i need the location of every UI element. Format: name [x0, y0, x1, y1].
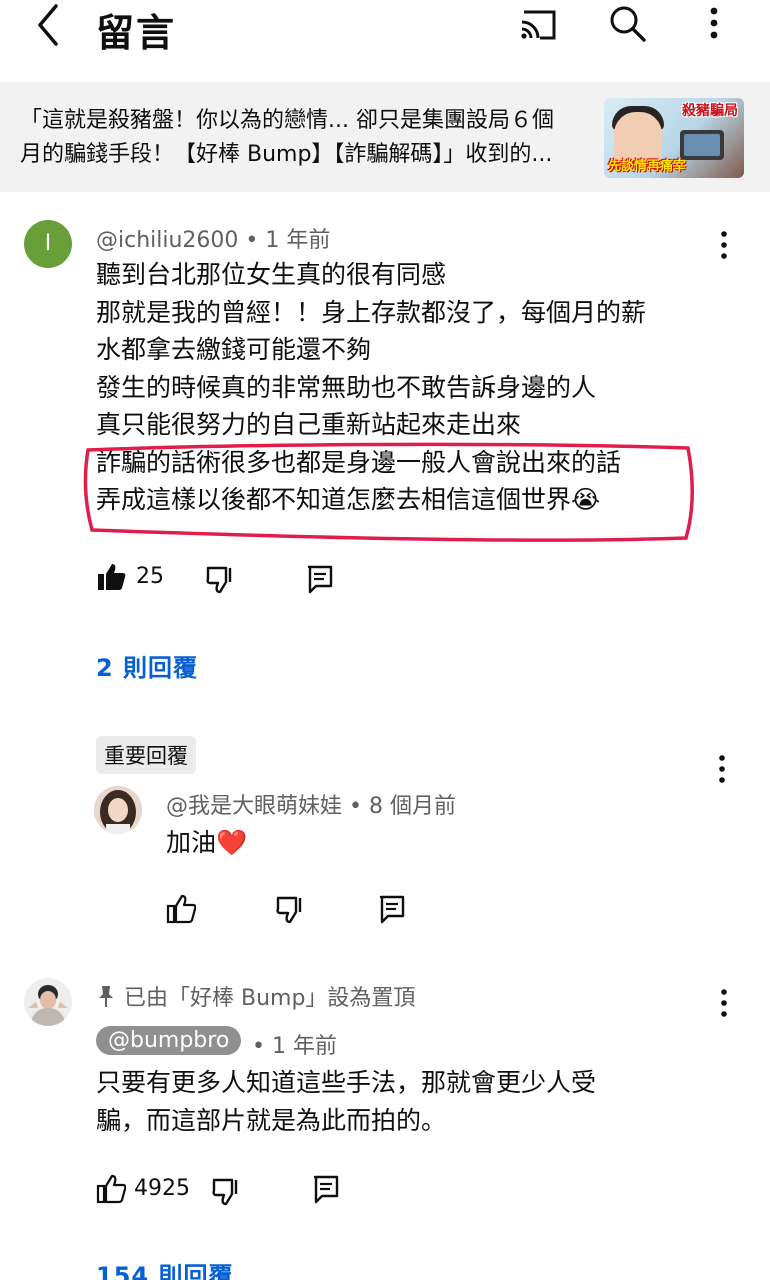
video-title-line: 月的騙錢手段！【好棒 Bump】【詐騙解碼】」收到的...: [20, 142, 553, 167]
thumbs-down-icon: [206, 566, 232, 594]
dislike-button[interactable]: [206, 564, 236, 598]
like-button[interactable]: [96, 562, 126, 596]
reply-time: • 8 個月前: [349, 794, 456, 819]
cast-icon: [521, 10, 556, 40]
comment-icon: [307, 565, 333, 594]
avatar-letter: I: [44, 231, 52, 256]
reply-more-button[interactable]: [710, 752, 734, 786]
thumbnail-subcaption: 先談情再痛宰: [608, 159, 687, 174]
comment-more-button[interactable]: [712, 986, 736, 1020]
avatar[interactable]: [94, 786, 142, 834]
comment-meta: @ichiliu2600 • 1 年前: [96, 222, 330, 254]
video-title: 「這就是殺豬盤！你以為的戀情... 卻只是集團設局６個 月的騙錢手段！【好棒 B…: [20, 104, 600, 172]
comment-line: 聽到台北那位女生真的很有同感: [96, 260, 447, 289]
search-icon: [610, 6, 646, 42]
thumbs-up-icon: [166, 894, 197, 924]
thumbs-up-icon: [96, 1174, 127, 1204]
dislike-button[interactable]: [212, 1176, 242, 1210]
like-count: 25: [136, 564, 164, 589]
creator-handle-chip[interactable]: @bumpbro: [96, 1026, 242, 1055]
chevron-left-icon: [38, 4, 58, 46]
comment-author[interactable]: @ichiliu2600: [96, 228, 238, 253]
comment-line: 那就是我的曾經！！身上存款都沒了，每個月的薪: [96, 297, 647, 327]
highlighted-reply-chip: 重要回覆: [96, 736, 196, 774]
comment-icon: [379, 895, 405, 924]
more-vertical-icon: [710, 7, 718, 39]
more-options-button[interactable]: [692, 2, 736, 46]
reply-button[interactable]: [312, 1174, 340, 1208]
comment-line: 騙，而這部片就是為此而拍的。: [96, 1105, 447, 1135]
avatar-photo: [94, 786, 142, 834]
thumbs-down-icon: [276, 896, 302, 924]
reply-button[interactable]: [378, 894, 406, 928]
like-count: 4925: [134, 1176, 190, 1201]
avatar-photo: [24, 978, 72, 1026]
comment-text: 只要有更多人知道這些手法，那就會更少人受 騙，而這部片就是為此而拍的。: [96, 1064, 716, 1139]
pin-icon: [99, 986, 113, 1007]
cast-button[interactable]: [516, 2, 560, 46]
thumbnail-caption: 殺豬騙局: [682, 103, 738, 119]
more-vertical-icon: [719, 755, 725, 783]
view-replies-link[interactable]: 154 則回覆: [96, 1256, 233, 1280]
thumbs-down-icon: [212, 1178, 238, 1206]
comment-line: 只要有更多人知道這些手法，那就會更少人受: [96, 1068, 597, 1097]
dislike-button[interactable]: [276, 894, 306, 928]
reply-meta: @我是大眼萌妹娃 • 8 個月前: [166, 788, 456, 820]
thumbs-up-filled-icon: [98, 564, 126, 590]
like-button[interactable]: [96, 1174, 127, 1208]
reply-author[interactable]: @我是大眼萌妹娃: [166, 794, 342, 819]
comment-icon: [313, 1175, 339, 1204]
comment-time: • 1 年前: [245, 228, 331, 253]
comment-line: 真只能很努力的自己重新站起來走出來: [96, 410, 522, 439]
video-title-line: 「這就是殺豬盤！你以為的戀情... 卻只是集團設局６個: [20, 108, 554, 133]
avatar[interactable]: [24, 978, 72, 1026]
search-button[interactable]: [606, 2, 650, 46]
like-button[interactable]: [166, 894, 197, 928]
pinned-text: 已由「好棒 Bump」設為置頂: [124, 986, 416, 1011]
app-header: 留言: [0, 0, 770, 80]
highlight-annotation: [83, 442, 694, 542]
video-thumbnail[interactable]: 殺豬騙局 先談情再痛宰: [604, 98, 744, 178]
video-info-banner[interactable]: 「這就是殺豬盤！你以為的戀情... 卻只是集團設局６個 月的騙錢手段！【好棒 B…: [0, 82, 770, 192]
page-title: 留言: [96, 11, 177, 55]
reply-text: 加油❤️: [166, 828, 248, 857]
back-button[interactable]: [28, 0, 68, 50]
pinned-indicator: 已由「好棒 Bump」設為置頂: [96, 980, 415, 1012]
comment-line: 水都拿去繳錢可能還不夠: [96, 335, 372, 364]
view-replies-link[interactable]: 2 則回覆: [96, 648, 198, 683]
comment-line: 發生的時候真的非常無助也不敢告訴身邊的人: [96, 372, 597, 402]
avatar[interactable]: I: [24, 220, 72, 268]
comment-time: • 1 年前: [252, 1034, 337, 1059]
more-vertical-icon: [721, 989, 727, 1017]
reply-button[interactable]: [306, 564, 334, 598]
